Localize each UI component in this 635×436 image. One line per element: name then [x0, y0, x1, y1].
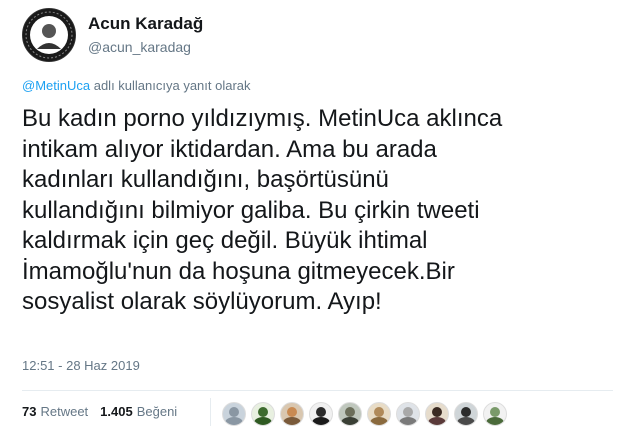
liker-head-icon — [374, 407, 384, 417]
liker-body-icon — [341, 417, 359, 425]
retweet-count: 73 — [22, 404, 37, 419]
liker-avatar-7[interactable] — [396, 402, 420, 426]
liker-avatar-8[interactable] — [425, 402, 449, 426]
reply-context-text: adlı kullanıcıya yanıt olarak — [90, 78, 251, 93]
author-handle[interactable]: @acun_karadag — [88, 37, 203, 57]
liker-body-icon — [254, 417, 272, 425]
liker-avatar-10[interactable] — [483, 402, 507, 426]
stats-separator — [210, 398, 211, 426]
liker-body-icon — [283, 417, 301, 425]
liker-body-icon — [486, 417, 504, 425]
liker-head-icon — [229, 407, 239, 417]
liker-head-icon — [432, 407, 442, 417]
liker-head-icon — [258, 407, 268, 417]
divider — [22, 390, 613, 391]
liker-avatar-9[interactable] — [454, 402, 478, 426]
liker-avatar-4[interactable] — [309, 402, 333, 426]
liker-body-icon — [370, 417, 388, 425]
retweet-label: Retweet — [40, 404, 89, 419]
like-label: Beğeni — [136, 404, 178, 419]
liker-body-icon — [225, 417, 243, 425]
profile-photo-icon — [23, 9, 75, 61]
liker-body-icon — [312, 417, 330, 425]
retweet-stat[interactable]: 73 Retweet — [22, 404, 88, 419]
tweet-text: Bu kadın porno yıldızıymış. MetinUca akl… — [22, 105, 503, 315]
liker-head-icon — [287, 407, 297, 417]
liker-avatar-2[interactable] — [251, 402, 275, 426]
liker-body-icon — [428, 417, 446, 425]
liker-head-icon — [461, 407, 471, 417]
tweet-stats: 73 Retweet 1.405 Beğeni — [22, 404, 189, 419]
author-avatar[interactable] — [22, 8, 76, 62]
tweet-timestamp[interactable]: 12:51 - 28 Haz 2019 — [22, 358, 140, 373]
like-stat[interactable]: 1.405 Beğeni — [100, 404, 177, 419]
author-display-name[interactable]: Acun Karadağ — [88, 13, 203, 35]
liker-avatar-5[interactable] — [338, 402, 362, 426]
liker-body-icon — [399, 417, 417, 425]
liker-avatar-6[interactable] — [367, 402, 391, 426]
reply-context: @MetinUca adlı kullanıcıya yanıt olarak — [22, 78, 251, 93]
liker-avatar-3[interactable] — [280, 402, 304, 426]
liker-head-icon — [403, 407, 413, 417]
liker-head-icon — [316, 407, 326, 417]
liker-avatars — [222, 402, 512, 426]
like-count: 1.405 — [100, 404, 133, 419]
liker-body-icon — [457, 417, 475, 425]
reply-mention-link[interactable]: @MetinUca — [22, 78, 90, 93]
liker-head-icon — [490, 407, 500, 417]
liker-head-icon — [345, 407, 355, 417]
tweet-header: Acun Karadağ @acun_karadag — [22, 8, 203, 62]
liker-avatar-1[interactable] — [222, 402, 246, 426]
